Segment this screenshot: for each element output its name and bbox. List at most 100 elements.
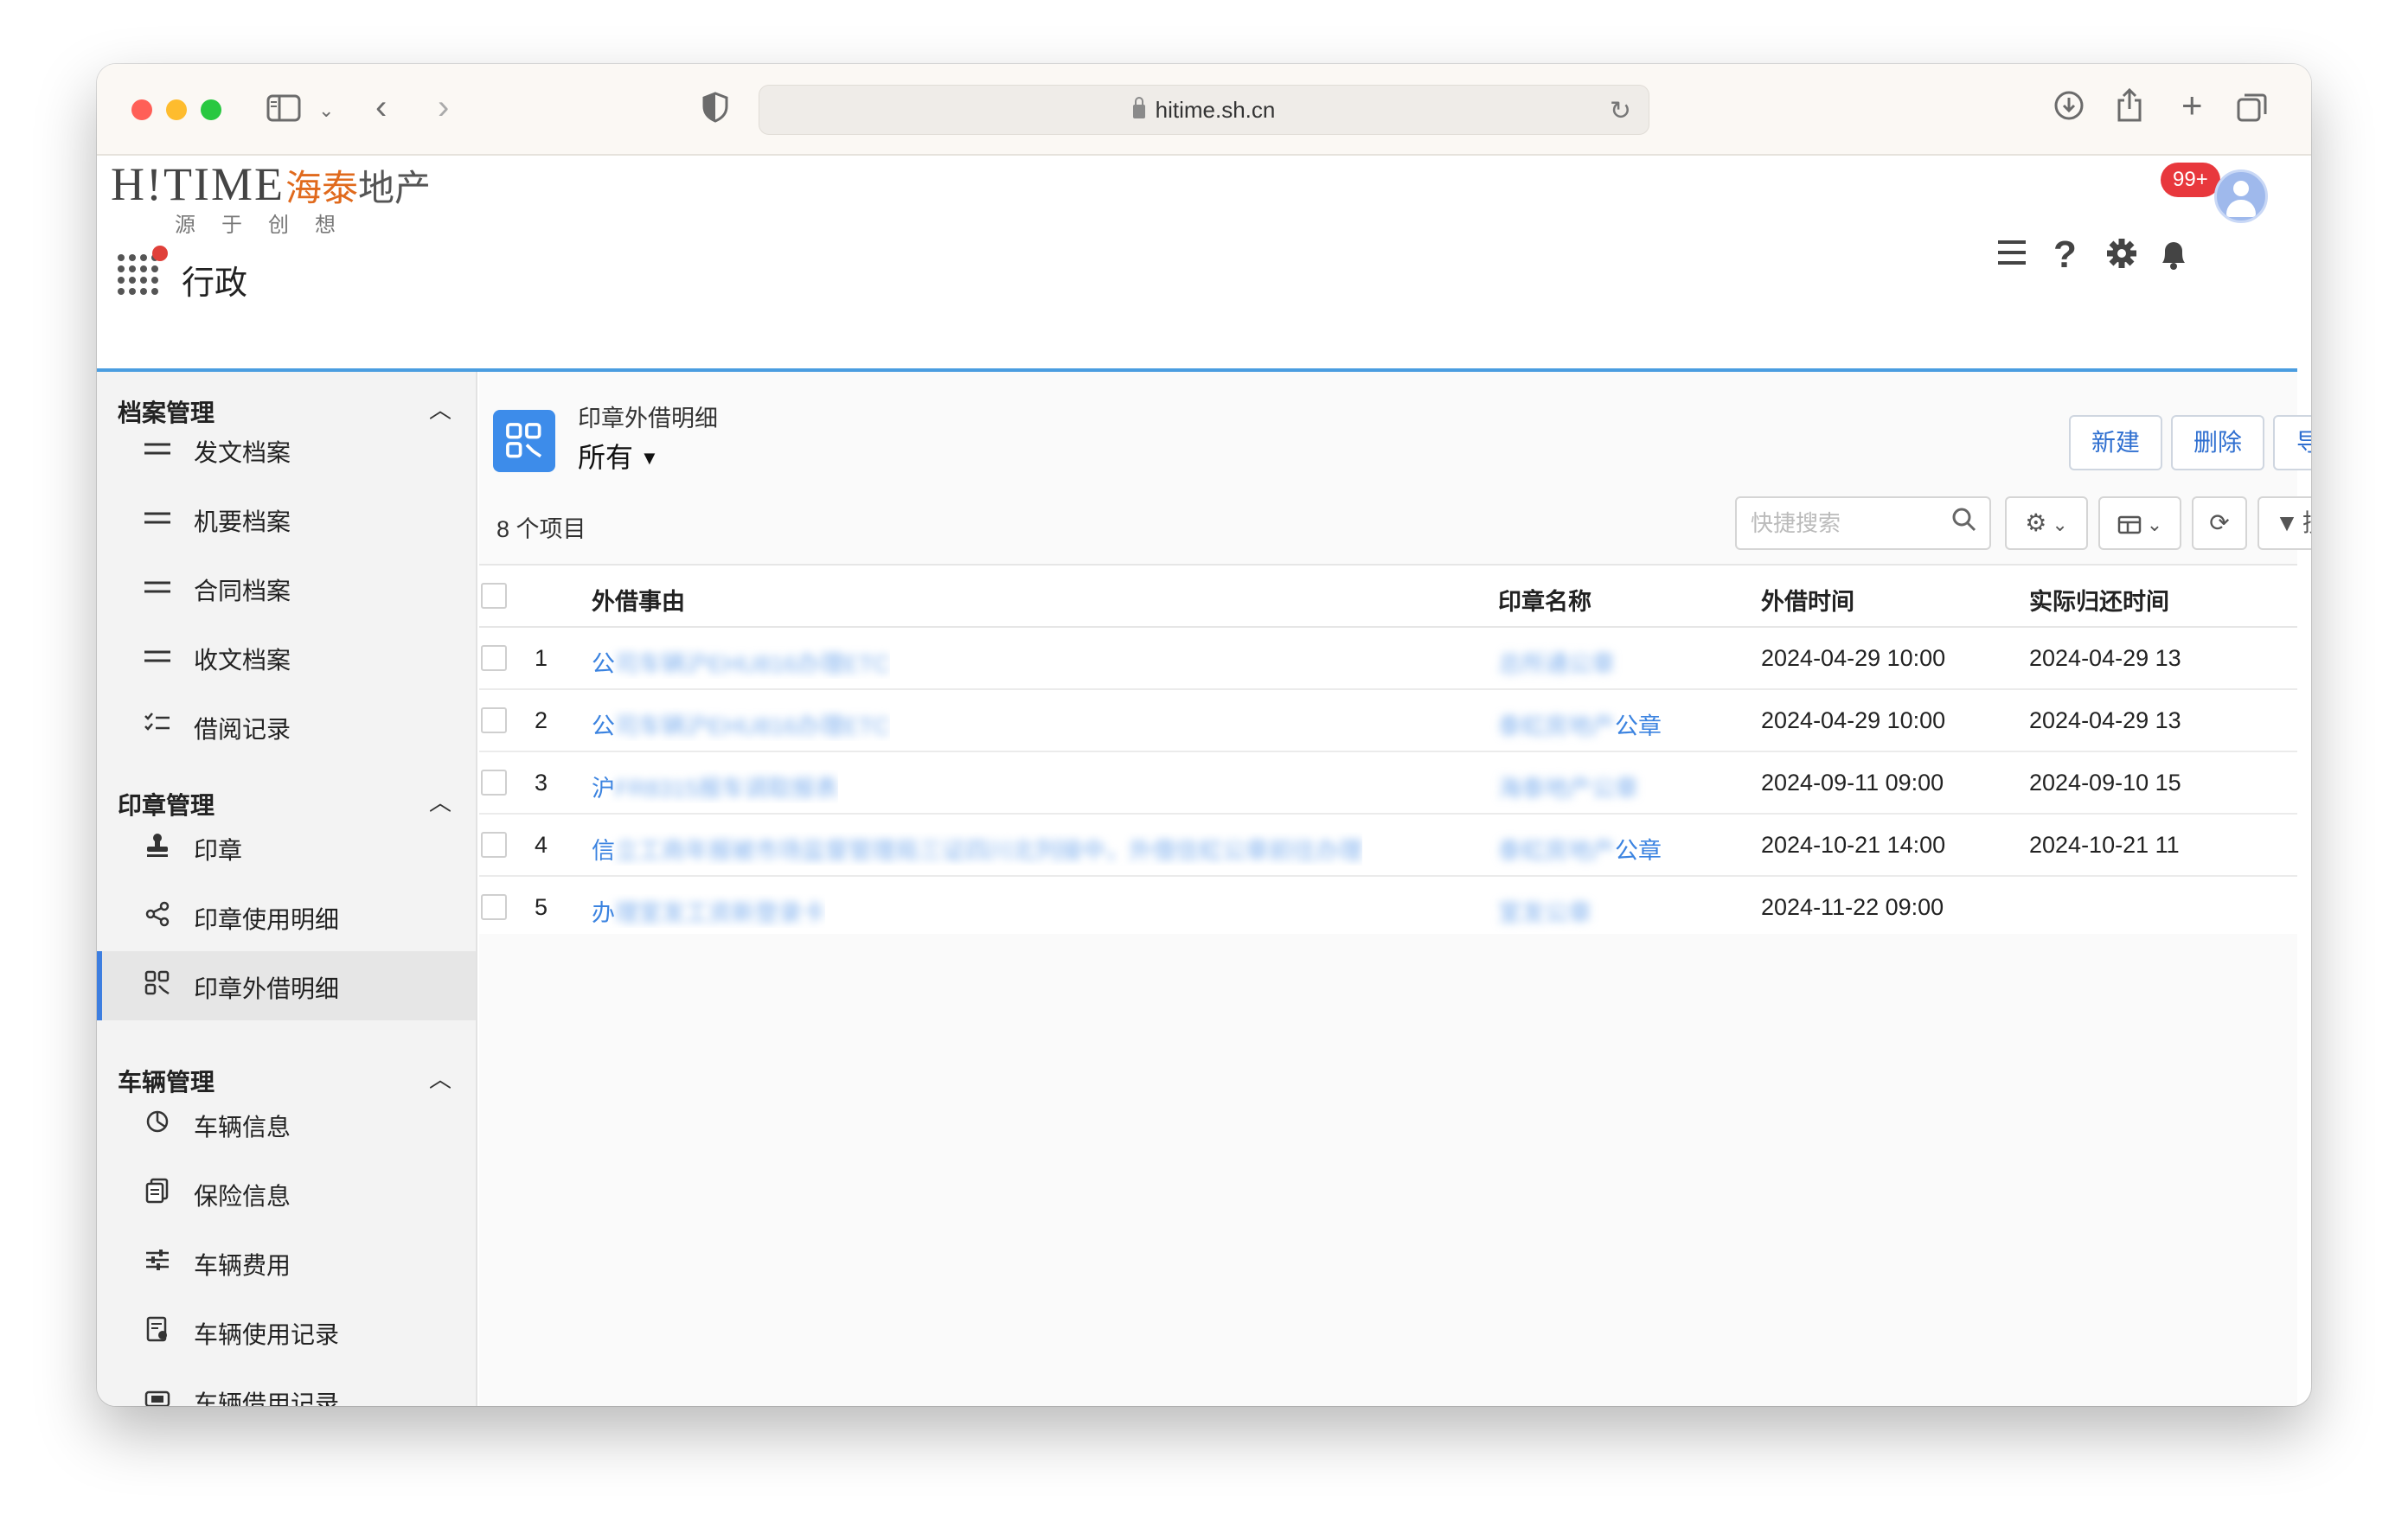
row-number: 3 <box>535 770 548 796</box>
sidebar-item-label: 车辆费用 <box>194 1252 291 1279</box>
sidebar-item-seal-usage[interactable]: 印章使用明细 <box>97 882 476 951</box>
back-icon[interactable]: ‹ <box>375 90 387 125</box>
gear-icon[interactable] <box>2105 237 2138 278</box>
chevron-down-icon[interactable]: ⌄ <box>318 93 334 128</box>
reason-link[interactable]: 沪FR8315报车调取报表 <box>592 770 838 803</box>
download-icon[interactable] <box>2053 90 2085 128</box>
filter-icon: ▼ <box>2275 509 2299 536</box>
search-input[interactable] <box>1751 510 1941 537</box>
sidebar-item-insurance-info[interactable]: 保险信息 <box>97 1159 476 1228</box>
table-row[interactable]: 3 沪FR8315报车调取报表 海泰地产公章 2024-09-11 09:00 2024… <box>479 752 2297 815</box>
refresh-button[interactable]: ⟳ <box>2192 496 2247 550</box>
sidebar-item-label: 机要档案 <box>194 508 291 535</box>
user-avatar[interactable] <box>2214 169 2268 223</box>
sidebar-toggle-icon[interactable] <box>266 93 301 130</box>
reason-link[interactable]: 公司车辆沪EHU816办理ETC <box>592 645 890 679</box>
receipt-icon <box>142 1316 173 1347</box>
sidebar-item-label: 保险信息 <box>194 1183 291 1210</box>
hamburger-menu-icon[interactable] <box>1995 237 2029 277</box>
row-checkbox[interactable] <box>481 832 507 858</box>
seal-name-link[interactable]: 海泰地产公章 <box>1498 770 1638 803</box>
sidebar-item-outgoing-archives[interactable]: 发文档案 <box>97 415 476 484</box>
close-window-button[interactable] <box>131 99 152 120</box>
app-launcher-icon[interactable] <box>118 254 158 295</box>
sidebar-item-contract-archives[interactable]: 合同档案 <box>97 553 476 623</box>
reason-link[interactable]: 公司车辆沪EHU816办理ETC <box>592 707 890 741</box>
reason-link[interactable]: 办理室发工资新登录卡 <box>592 894 825 928</box>
sidebar-item-seal-lending[interactable]: 印章外借明细 <box>97 951 476 1020</box>
address-bar[interactable]: hitime.sh.cn ↻ <box>759 85 1649 135</box>
column-header-seal-name[interactable]: 印章名称 <box>1498 583 1591 617</box>
bell-icon[interactable] <box>2157 237 2190 280</box>
sidebar-item-confidential-archives[interactable]: 机要档案 <box>97 484 476 553</box>
reason-redacted-text: 立工商年报被市场监督管理局三证四川北列接中，外借信虹公章前往办理 <box>615 838 1362 864</box>
seal-name-link[interactable]: 泰虹房地产公章 <box>1498 832 1662 866</box>
sidebar-item-vehicle-usage[interactable]: 车辆使用记录 <box>97 1297 476 1366</box>
return-time: 2024-04-29 13 <box>2029 707 2181 733</box>
borrow-time: 2024-09-11 09:00 <box>1761 770 1944 796</box>
seal-name-link[interactable]: 总所通公章 <box>1498 645 1615 679</box>
main-content: 印章外借明细 所有▼ 新建 删除 导出 8 个项目 ⚙⌄ ⌄ ⟳ ▼搜索 <box>479 372 2311 1406</box>
row-checkbox[interactable] <box>481 645 507 671</box>
column-header-borrow-time[interactable]: 外借时间 <box>1761 583 1854 617</box>
reload-icon[interactable]: ↻ <box>1610 96 1631 126</box>
export-button[interactable]: 导出 <box>2273 415 2311 470</box>
delete-button[interactable]: 删除 <box>2171 415 2264 470</box>
select-all-checkbox[interactable] <box>481 583 507 609</box>
tabs-overview-icon[interactable] <box>2237 92 2268 130</box>
filter-search-button[interactable]: ▼搜索 <box>2258 496 2311 550</box>
quick-search[interactable] <box>1735 496 1991 550</box>
reason-link[interactable]: 信立工商年报被市场监督管理局三证四川北列接中，外借信虹公章前往办理 <box>592 832 1362 866</box>
new-button[interactable]: 新建 <box>2069 415 2162 470</box>
row-number: 4 <box>535 832 548 858</box>
share-icon[interactable] <box>2116 87 2143 130</box>
caret-down-icon: ▼ <box>640 447 659 469</box>
row-checkbox[interactable] <box>481 894 507 920</box>
column-header-return-time[interactable]: 实际归还时间 <box>2029 583 2169 617</box>
borrow-time: 2024-10-21 14:00 <box>1761 832 1946 858</box>
table-row[interactable]: 5办理室发工资新登录卡室发公章2024-11-22 09:00▼ <box>479 877 2297 939</box>
column-header-reason[interactable]: 外借事由 <box>592 583 685 617</box>
lock-icon <box>1132 97 1145 118</box>
browser-window: ⌄ ‹ › hitime.sh.cn ↻ + H!TIME 海泰地产 源于创想 <box>97 64 2311 1406</box>
menu-lines-icon <box>142 572 173 604</box>
seal-name-link[interactable]: 泰虹房地产公章 <box>1498 707 1662 741</box>
reason-redacted-text: FR8315报车调取报表 <box>615 776 839 802</box>
settings-dropdown[interactable]: ⚙ ⌄ <box>2005 496 2088 550</box>
borrow-time: 2024-04-29 10:00 <box>1761 707 1946 733</box>
search-icon[interactable] <box>1951 507 1977 540</box>
table-row[interactable]: 4 信立工商年报被市场监督管理局三证四川北列接中，外借信虹公章前往办理 泰虹房地产公… <box>479 815 2297 877</box>
columns-icon <box>2117 509 2142 536</box>
reason-visible-text: 公 <box>592 651 615 677</box>
reason-visible-text: 办 <box>592 900 615 926</box>
sidebar-item-incoming-archives[interactable]: 收文档案 <box>97 623 476 692</box>
row-checkbox[interactable] <box>481 707 507 733</box>
sidebar-item-vehicle-borrowing[interactable]: 车辆借用记录 <box>97 1366 476 1406</box>
sidebar-item-vehicle-info[interactable]: 车辆信息 <box>97 1090 476 1159</box>
table-row[interactable]: 2 公司车辆沪EHU816办理ETC 泰虹房地产公章 2024-04-29 10:00… <box>479 690 2297 752</box>
shield-icon[interactable] <box>702 92 728 130</box>
table-row[interactable]: 1 公司车辆沪EHU816办理ETC 总所通公章 2024-04-29 10:00 20… <box>479 628 2297 690</box>
list-view-selector[interactable]: 所有 ▼ <box>578 436 659 476</box>
company-logo-en: H!TIME <box>111 158 285 210</box>
reason-redacted-text: 理室发工资新登录卡 <box>615 900 825 926</box>
sidebar-item-label: 车辆信息 <box>194 1114 291 1141</box>
seal-redacted-text: 室发公章 <box>1498 900 1591 926</box>
app-launcher-notification-dot <box>152 246 168 261</box>
minimize-window-button[interactable] <box>166 99 187 120</box>
stamp-icon <box>142 832 173 863</box>
reason-visible-text: 公 <box>592 713 615 739</box>
seal-name-link[interactable]: 室发公章 <box>1498 894 1591 928</box>
help-icon[interactable]: ? <box>2053 233 2077 277</box>
sidebar-item-seals[interactable]: 印章 <box>97 813 476 882</box>
menu-lines-icon <box>142 642 173 673</box>
row-checkbox[interactable] <box>481 770 507 796</box>
sidebar-item-borrow-records[interactable]: 借阅记录 <box>97 692 476 761</box>
reason-redacted-text: 司车辆沪EHU816办理ETC <box>615 651 891 677</box>
forward-icon[interactable]: › <box>438 90 449 125</box>
sidebar: 档案管理 ︿ 发文档案 机要档案 合同档案 收文档案 借阅记录 印章管理 ︿ 印… <box>97 372 477 1406</box>
column-layout-dropdown[interactable]: ⌄ <box>2098 496 2181 550</box>
new-tab-icon[interactable]: + <box>2181 87 2203 124</box>
zoom-window-button[interactable] <box>201 99 221 120</box>
sidebar-item-vehicle-costs[interactable]: 车辆费用 <box>97 1228 476 1297</box>
